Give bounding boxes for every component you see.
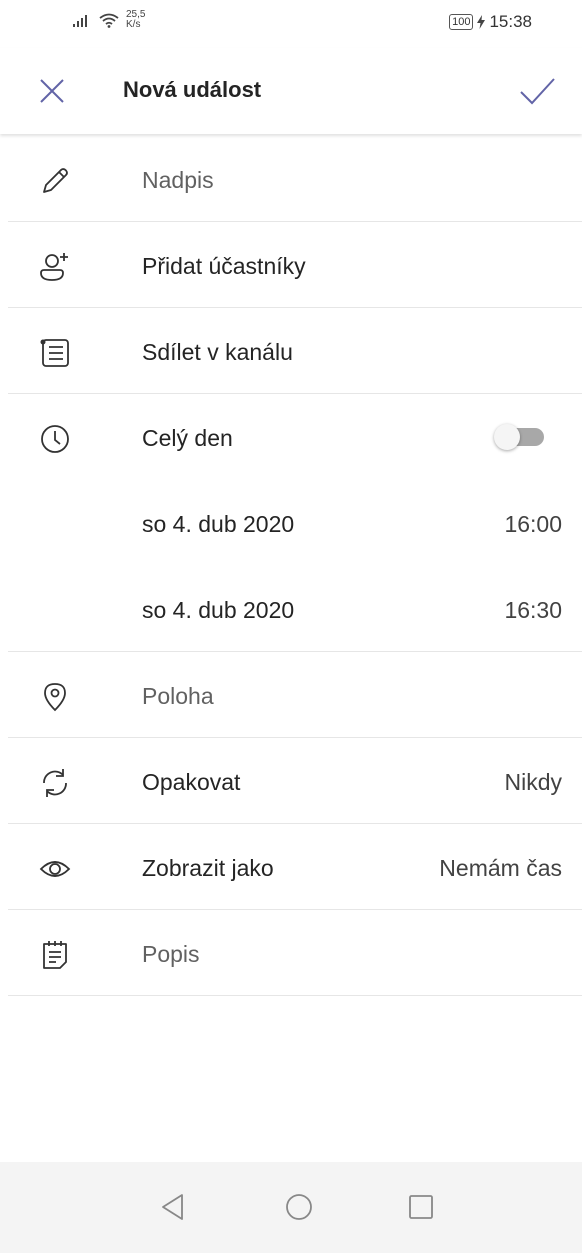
all-day-toggle[interactable] [494,424,544,450]
location-input[interactable]: Poloha [142,682,214,710]
close-icon[interactable] [36,75,68,107]
end-time[interactable]: 16:30 [504,596,562,624]
all-day-label: Celý den [142,425,233,451]
add-attendees-label: Přidat účastníky [142,253,306,279]
status-right: 100 15:38 [449,12,532,32]
add-person-icon [40,253,68,281]
show-as-row[interactable]: Zobrazit jako Nemám čas [0,824,582,910]
share-channel-label: Sdílet v kanálu [142,339,293,365]
end-date[interactable]: so 4. dub 2020 [142,596,294,624]
status-bar: 25,5 K/s 100 15:38 [0,0,582,48]
description-input[interactable]: Popis [142,940,200,968]
notepad-icon [43,941,67,969]
start-datetime-row[interactable]: so 4. dub 2020 16:00 [0,480,582,566]
repeat-icon [43,769,67,797]
toggle-knob [494,424,520,450]
wifi-icon [99,13,119,28]
charging-icon [477,15,486,29]
checkmark-icon[interactable] [518,73,556,109]
channel-list-icon [40,339,69,367]
status-left: 25,5 K/s [72,10,145,30]
repeat-row[interactable]: Opakovat Nikdy [0,738,582,824]
pencil-icon [43,168,68,193]
network-speed: 25,5 K/s [126,10,145,30]
attendees-row[interactable]: Přidat účastníky [0,222,582,308]
clock-time: 15:38 [489,12,532,31]
event-form: Nadpis Přidat účastníky Sdílet v kanálu … [0,136,582,996]
share-channel-row[interactable]: Sdílet v kanálu [0,308,582,394]
title-row[interactable]: Nadpis [0,136,582,222]
location-pin-icon [44,683,66,712]
battery-level: 100 [452,16,471,28]
battery-icon: 100 [449,14,474,30]
start-date[interactable]: so 4. dub 2020 [142,510,294,538]
show-as-value: Nemám čas [439,855,562,881]
system-nav-bar [0,1162,582,1253]
location-row[interactable]: Poloha [0,652,582,738]
start-time[interactable]: 16:00 [504,510,562,538]
back-icon[interactable] [158,1192,188,1222]
title-input[interactable]: Nadpis [142,166,214,194]
repeat-value: Nikdy [504,769,562,795]
repeat-label: Opakovat [142,769,241,795]
show-as-label: Zobrazit jako [142,855,274,881]
clock-icon [41,425,69,453]
page-title: Nová událost [123,77,262,102]
recents-icon[interactable] [406,1192,436,1222]
end-datetime-row[interactable]: so 4. dub 2020 16:30 [0,566,582,652]
app-header: Nová událost [0,48,582,134]
description-row[interactable]: Popis [0,910,582,996]
signal-icon [73,15,87,27]
home-icon[interactable] [284,1192,314,1222]
speed-unit: K/s [126,19,141,30]
eye-icon [39,861,71,877]
all-day-row: Celý den [0,394,582,480]
